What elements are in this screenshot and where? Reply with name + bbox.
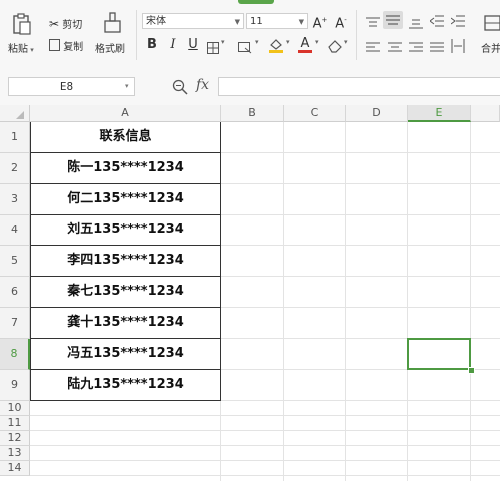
row-header-8[interactable]: 8	[0, 339, 30, 370]
chevron-down-icon[interactable]: ▾	[286, 38, 290, 46]
contact-cell[interactable]: 秦七135****1234	[30, 277, 221, 308]
column-header-e[interactable]: E	[408, 105, 471, 122]
chevron-down-icon[interactable]: ▾	[315, 38, 319, 46]
format-painter-label: 格式刷	[95, 44, 125, 55]
brush-icon	[104, 12, 121, 33]
row-header-5[interactable]: 5	[0, 246, 30, 277]
chevron-down-icon[interactable]: ▾	[125, 78, 129, 95]
row-header-9[interactable]: 9	[0, 370, 30, 401]
font-color-icon[interactable]: A	[298, 36, 312, 54]
align-left-icon[interactable]	[366, 39, 380, 52]
divider	[356, 10, 357, 60]
cut-button[interactable]: ✂ 剪切	[49, 16, 82, 31]
row-header-7[interactable]: 7	[0, 308, 30, 339]
contact-cell[interactable]: 陆九135****1234	[30, 370, 221, 401]
select-all-corner[interactable]	[0, 105, 30, 122]
column-header-b[interactable]: B	[221, 105, 284, 122]
row-header-6[interactable]: 6	[0, 277, 30, 308]
copy-icon	[49, 39, 60, 51]
align-top-icon[interactable]	[366, 14, 380, 27]
column-header-d[interactable]: D	[346, 105, 408, 122]
chevron-down-icon[interactable]: ▾	[255, 38, 259, 46]
fill-handle[interactable]	[468, 367, 475, 374]
name-box-value: E8	[59, 80, 74, 93]
column-header[interactable]	[471, 105, 500, 122]
contact-cell[interactable]: 李四135****1234	[30, 246, 221, 277]
bold-icon[interactable]: B	[145, 37, 159, 53]
clipboard-icon	[13, 13, 31, 35]
gridline	[30, 415, 500, 416]
decrease-font-icon[interactable]: A-	[333, 12, 349, 32]
formula-bar: E8 ▾ fx	[0, 66, 500, 106]
ribbon-toolbar: 粘贴 ▾ ✂ 剪切 复制 格式刷 宋体 ▼ 11 ▼ A+ A- B I U ▾ ▾…	[0, 0, 500, 67]
gridline	[407, 122, 408, 481]
contact-cell[interactable]: 陈一135****1234	[30, 153, 221, 184]
decrease-indent-icon[interactable]	[429, 13, 444, 27]
underline-icon[interactable]: U	[186, 37, 200, 53]
row-header-4[interactable]: 4	[0, 215, 30, 246]
align-bottom-icon[interactable]	[409, 14, 423, 29]
row-header-12[interactable]: 12	[0, 431, 30, 446]
row-header-1[interactable]: 1	[0, 122, 30, 153]
align-right-icon[interactable]	[409, 39, 423, 52]
header-cell[interactable]: 联系信息	[30, 122, 221, 153]
fx-icon[interactable]: fx	[196, 77, 209, 93]
contact-cell[interactable]: 冯五135****1234	[30, 339, 221, 370]
row-header-14[interactable]: 14	[0, 461, 30, 476]
chevron-down-icon[interactable]: ▾	[221, 38, 225, 46]
chevron-down-icon: ▼	[298, 18, 304, 26]
row-header-3[interactable]: 3	[0, 184, 30, 215]
fill-color-icon[interactable]	[268, 37, 284, 53]
scissors-icon: ✂	[49, 17, 60, 31]
gridline	[345, 122, 346, 481]
divider	[136, 10, 137, 60]
italic-icon[interactable]: I	[166, 37, 180, 53]
row-header-11[interactable]: 11	[0, 416, 30, 431]
format-painter-button[interactable]	[102, 12, 122, 34]
cell-style-icon[interactable]	[238, 39, 252, 54]
merge-icon	[484, 15, 500, 31]
increase-font-icon[interactable]: A+	[312, 12, 328, 32]
align-middle-button[interactable]	[383, 11, 403, 29]
select-all-icon	[16, 111, 24, 119]
distributed-align-icon[interactable]	[451, 38, 465, 53]
chevron-down-icon: ▼	[234, 18, 240, 26]
column-header-a[interactable]: A	[30, 105, 221, 122]
formula-input[interactable]	[218, 77, 500, 96]
gridline	[30, 475, 500, 476]
column-header-c[interactable]: C	[284, 105, 346, 122]
border-icon[interactable]	[207, 39, 219, 54]
eraser-icon[interactable]	[327, 38, 343, 53]
contact-cell[interactable]: 刘五135****1234	[30, 215, 221, 246]
align-center-icon[interactable]	[388, 39, 402, 52]
align-middle-icon	[386, 15, 400, 25]
increase-indent-icon[interactable]	[450, 13, 465, 27]
gridline	[283, 122, 284, 481]
font-name-select[interactable]: 宋体 ▼	[142, 13, 244, 29]
row-header-10[interactable]: 10	[0, 401, 30, 416]
selected-cell-e8[interactable]	[407, 338, 471, 370]
gridline	[30, 460, 500, 461]
zoom-icon[interactable]	[172, 79, 188, 95]
chevron-down-icon[interactable]: ▾	[344, 38, 348, 46]
active-tab-indicator	[238, 0, 274, 4]
paste-label[interactable]: 粘贴 ▾	[8, 40, 34, 55]
contact-cell[interactable]: 龚十135****1234	[30, 308, 221, 339]
gridline	[30, 445, 500, 446]
copy-button[interactable]: 复制	[49, 38, 83, 53]
row-header-2[interactable]: 2	[0, 153, 30, 184]
paste-button[interactable]	[10, 12, 34, 36]
contact-cell[interactable]: 何二135****1234	[30, 184, 221, 215]
name-box[interactable]: E8 ▾	[8, 77, 135, 96]
font-size-select[interactable]: 11 ▼	[246, 13, 308, 29]
gridline	[470, 122, 471, 481]
gridline	[30, 430, 500, 431]
row-header-13[interactable]: 13	[0, 446, 30, 461]
merge-cells-button[interactable]	[484, 12, 500, 34]
merge-label: 合并	[481, 44, 500, 55]
justify-icon[interactable]	[430, 39, 444, 52]
